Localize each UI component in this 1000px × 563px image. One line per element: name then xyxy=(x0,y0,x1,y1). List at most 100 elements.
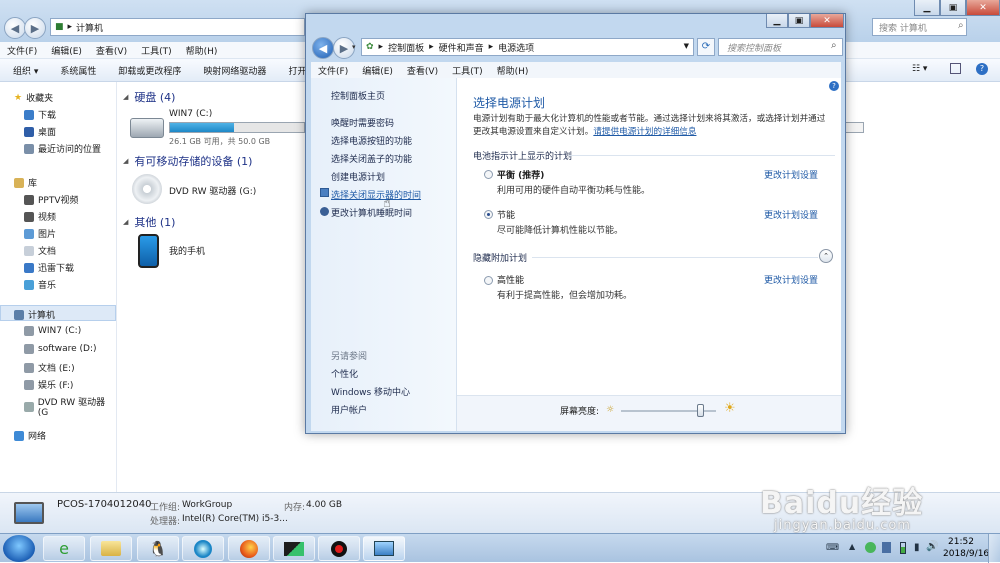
section-hdd[interactable]: ◢ 硬盘 (4) xyxy=(123,89,175,105)
preview-pane-icon[interactable] xyxy=(950,63,961,74)
link-close-lid[interactable]: 选择关闭盖子的功能 xyxy=(331,152,412,165)
refresh-icon[interactable]: ⟳ xyxy=(697,38,715,56)
plan-balanced-radio[interactable] xyxy=(484,170,493,179)
link-personalization[interactable]: 个性化 xyxy=(331,367,358,380)
sidebar-item-drive-c[interactable]: WIN7 (C:) xyxy=(24,326,81,336)
menu-edit[interactable]: 编辑(E) xyxy=(362,64,393,77)
menu-view[interactable]: 查看(V) xyxy=(96,44,127,57)
search-icon[interactable]: ⌕ xyxy=(958,20,964,31)
section-other[interactable]: ◢ 其他 (1) xyxy=(123,214,175,230)
sidebar-item-drive-e[interactable]: 文档 (E:) xyxy=(24,361,75,374)
explorer-address-bar[interactable]: ■ ▸ 计算机 xyxy=(50,18,305,36)
help-icon[interactable]: ? xyxy=(829,81,839,91)
link-require-password[interactable]: 唤醒时需要密码 xyxy=(331,116,394,129)
breadcrumb-power-options[interactable]: 电源选项 xyxy=(498,41,534,54)
sidebar-item-recent[interactable]: 最近访问的位置 xyxy=(24,142,101,155)
sidebar-item-xunlei[interactable]: 迅雷下载 xyxy=(24,261,74,274)
link-create-plan[interactable]: 创建电源计划 xyxy=(331,170,385,183)
sidebar-network[interactable]: 网络 xyxy=(14,429,46,442)
uninstall-button[interactable]: 卸载或更改程序 xyxy=(118,64,181,77)
menu-view[interactable]: 查看(V) xyxy=(407,64,438,77)
close-button[interactable]: ✕ xyxy=(966,0,1000,16)
link-turn-off-display[interactable]: 选择关闭显示器的时间 xyxy=(331,188,421,201)
cp-address-bar[interactable]: ✿ ▸ 控制面板 ▸ 硬件和声音 ▸ 电源选项 ▼ xyxy=(361,38,694,56)
explorer-search-input[interactable]: 搜索 计算机 xyxy=(872,18,967,36)
back-icon[interactable]: ◀ xyxy=(312,37,334,59)
taskbar-firefox[interactable] xyxy=(228,536,270,561)
menu-file[interactable]: 文件(F) xyxy=(318,64,348,77)
keyboard-icon[interactable]: ⌨ xyxy=(826,543,839,553)
sidebar-item-drive-f[interactable]: 娱乐 (F:) xyxy=(24,378,73,391)
link-plan-details[interactable]: 请提供电源计划的详细信息 xyxy=(593,127,696,137)
collapse-chevron-up-icon[interactable]: ⌃ xyxy=(819,249,833,263)
link-user-accounts[interactable]: 用户帐户 xyxy=(331,403,367,416)
plan-balanced-name[interactable]: 平衡 (推荐) xyxy=(497,168,544,181)
show-desktop-button[interactable] xyxy=(988,534,1000,563)
link-power-button[interactable]: 选择电源按钮的功能 xyxy=(331,134,412,147)
link-mobility-center[interactable]: Windows 移动中心 xyxy=(331,385,410,398)
back-icon[interactable]: ◀ xyxy=(4,17,26,39)
change-plan-balanced[interactable]: 更改计划设置 xyxy=(764,168,818,181)
sidebar-item-pptv[interactable]: PPTV视频 xyxy=(24,193,79,206)
menu-edit[interactable]: 编辑(E) xyxy=(51,44,82,57)
minimize-button[interactable]: ▁ xyxy=(766,14,788,28)
open-button[interactable]: 打开 xyxy=(288,64,306,77)
menu-help[interactable]: 帮助(H) xyxy=(186,44,218,57)
sidebar-computer[interactable]: 计算机 xyxy=(14,308,55,321)
link-sleep-time[interactable]: 更改计算机睡眠时间 xyxy=(331,206,412,219)
menu-tools[interactable]: 工具(T) xyxy=(452,64,483,77)
system-properties-button[interactable]: 系统属性 xyxy=(60,64,96,77)
sidebar-item-drive-d[interactable]: software (D:) xyxy=(24,344,97,354)
minimize-button[interactable]: ▁ xyxy=(914,0,940,16)
breadcrumb-control-panel[interactable]: 控制面板 xyxy=(388,41,424,54)
close-button[interactable]: ✕ xyxy=(810,14,844,28)
search-icon[interactable]: ⌕ xyxy=(831,40,837,51)
view-options-icon[interactable]: ☷ ▾ xyxy=(912,64,927,74)
forward-icon[interactable]: ▶ xyxy=(24,17,46,39)
plan-high-performance-name[interactable]: 高性能 xyxy=(497,273,524,286)
sidebar-libraries[interactable]: 库 xyxy=(14,176,37,189)
taskbar-qq[interactable]: 🐧 xyxy=(137,536,179,561)
organize-button[interactable]: 组织 ▾ xyxy=(13,64,38,77)
sidebar-item-videos[interactable]: 视频 xyxy=(24,210,56,223)
tray-expand-icon[interactable]: ▲ xyxy=(849,542,855,551)
start-button[interactable] xyxy=(3,535,35,562)
taskbar-media-player[interactable] xyxy=(182,536,224,561)
section-removable[interactable]: ◢ 有可移动存储的设备 (1) xyxy=(123,153,252,169)
taskbar-explorer[interactable] xyxy=(90,536,132,561)
sidebar-item-music[interactable]: 音乐 xyxy=(24,278,56,291)
drive-c-name[interactable]: WIN7 (C:) xyxy=(169,109,212,119)
sidebar-item-pictures[interactable]: 图片 xyxy=(24,227,56,240)
wechat-icon[interactable] xyxy=(865,542,876,553)
taskbar-app-green[interactable] xyxy=(273,536,315,561)
plan-power-saver-radio[interactable] xyxy=(484,210,493,219)
sidebar-item-downloads[interactable]: 下载 xyxy=(24,108,56,121)
clock-time[interactable]: 21:52 xyxy=(948,537,974,547)
change-plan-power-saver[interactable]: 更改计划设置 xyxy=(764,208,818,221)
taskbar-recorder[interactable] xyxy=(318,536,360,561)
maximize-button[interactable]: ▣ xyxy=(940,0,966,16)
menu-file[interactable]: 文件(F) xyxy=(7,44,37,57)
clock-date[interactable]: 2018/9/16 xyxy=(943,549,989,559)
menu-tools[interactable]: 工具(T) xyxy=(141,44,172,57)
taskbar-ie-browser[interactable]: e xyxy=(43,536,85,561)
plan-power-saver-name[interactable]: 节能 xyxy=(497,208,515,221)
dvd-drive-label[interactable]: DVD RW 驱动器 (G:) xyxy=(169,184,256,197)
network-tray-icon[interactable] xyxy=(882,542,891,553)
map-drive-button[interactable]: 映射网络驱动器 xyxy=(203,64,266,77)
link-control-panel-home[interactable]: 控制面板主页 xyxy=(331,89,385,102)
sidebar-item-dvd[interactable]: DVD RW 驱动器 (G xyxy=(24,395,116,418)
address-dropdown-icon[interactable]: ▼ xyxy=(684,42,689,50)
signal-icon[interactable]: ▮ xyxy=(914,542,920,553)
taskbar-control-panel[interactable] xyxy=(363,536,405,561)
change-plan-high-performance[interactable]: 更改计划设置 xyxy=(764,273,818,286)
volume-icon[interactable]: 🔊 xyxy=(926,541,938,552)
cp-search-input[interactable]: 搜索控制面板 xyxy=(718,38,843,56)
phone-label[interactable]: 我的手机 xyxy=(169,244,205,257)
help-icon[interactable]: ? xyxy=(976,63,988,75)
recent-pages-chevron-icon[interactable]: ▾ xyxy=(352,43,356,51)
sidebar-item-desktop[interactable]: 桌面 xyxy=(24,125,56,138)
brightness-slider-thumb[interactable] xyxy=(696,404,704,417)
sidebar-item-documents[interactable]: 文档 xyxy=(24,244,56,257)
battery-icon[interactable] xyxy=(900,542,906,554)
